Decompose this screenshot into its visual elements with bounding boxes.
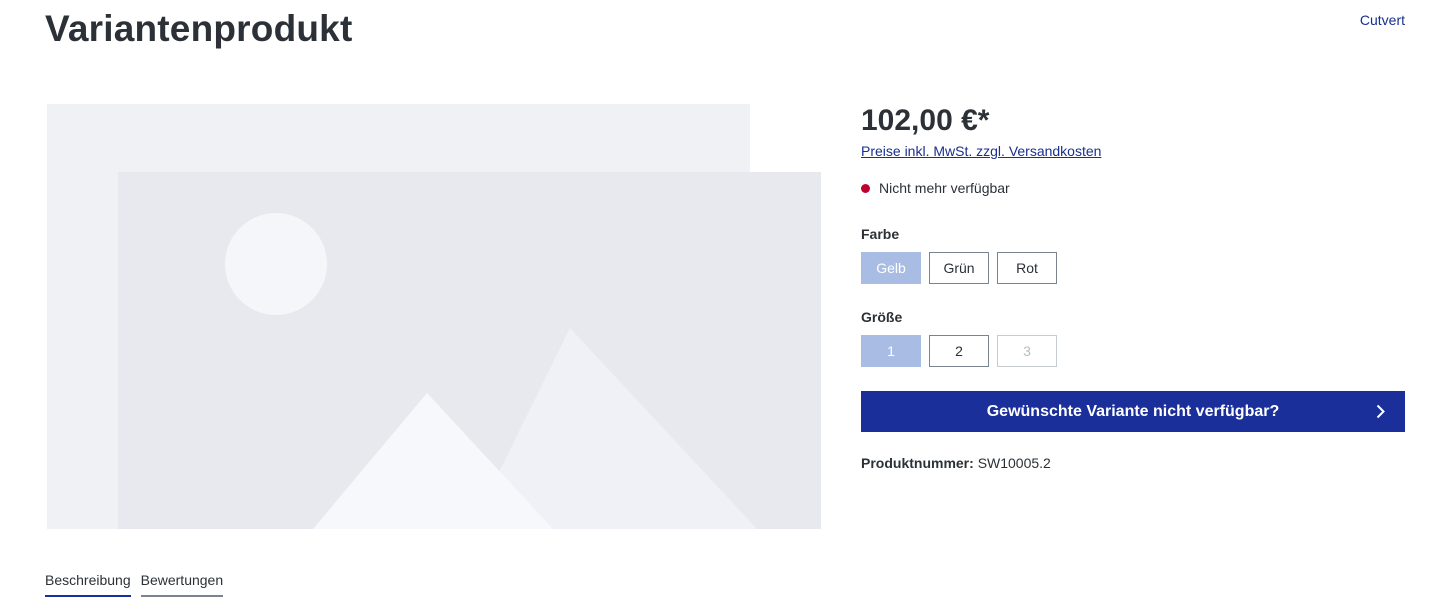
chevron-right-icon [1376, 404, 1385, 419]
tax-shipping-link[interactable]: Preise inkl. MwSt. zzgl. Versandkosten [861, 143, 1101, 159]
option-groesse-1[interactable]: 1 [861, 335, 921, 367]
product-number-value: SW10005.2 [977, 455, 1051, 471]
buy-box: 102,00 €* Preise inkl. MwSt. zzgl. Versa… [861, 103, 1405, 471]
delivery-status: Nicht mehr verfügbar [861, 180, 1405, 196]
manufacturer-link[interactable]: Cutvert [1360, 12, 1405, 28]
product-number-label: Produktnummer: [861, 455, 974, 471]
availability-dot-icon [861, 183, 870, 193]
product-title: Variantenprodukt [45, 8, 353, 49]
tab-beschreibung[interactable]: Beschreibung [45, 572, 131, 597]
option-groesse-3[interactable]: 3 [997, 335, 1057, 367]
option-group-groesse: Größe 1 2 3 [861, 309, 1405, 367]
option-groesse-2[interactable]: 2 [929, 335, 989, 367]
product-image-gallery[interactable] [47, 103, 821, 529]
product-price: 102,00 €* [861, 104, 990, 137]
image-placeholder-icon [47, 104, 821, 529]
cta-label: Gewünschte Variante nicht verfügbar? [986, 402, 1280, 420]
tab-bewertungen[interactable]: Bewertungen [140, 572, 224, 597]
option-farbe-rot[interactable]: Rot [997, 252, 1057, 284]
option-farbe-gruen[interactable]: Grün [929, 252, 989, 284]
option-group-farbe: Farbe Gelb Grün Rot [861, 226, 1405, 284]
option-farbe-gelb[interactable]: Gelb [861, 252, 921, 284]
availability-text: Nicht mehr verfügbar [879, 180, 1010, 196]
product-tabs: Beschreibung Bewertungen [45, 572, 224, 597]
variant-unavailable-button[interactable]: Gewünschte Variante nicht verfügbar? [861, 391, 1405, 432]
option-group-label: Größe [861, 309, 903, 325]
product-number: Produktnummer: SW10005.2 [861, 455, 1405, 471]
option-group-label: Farbe [861, 226, 900, 242]
